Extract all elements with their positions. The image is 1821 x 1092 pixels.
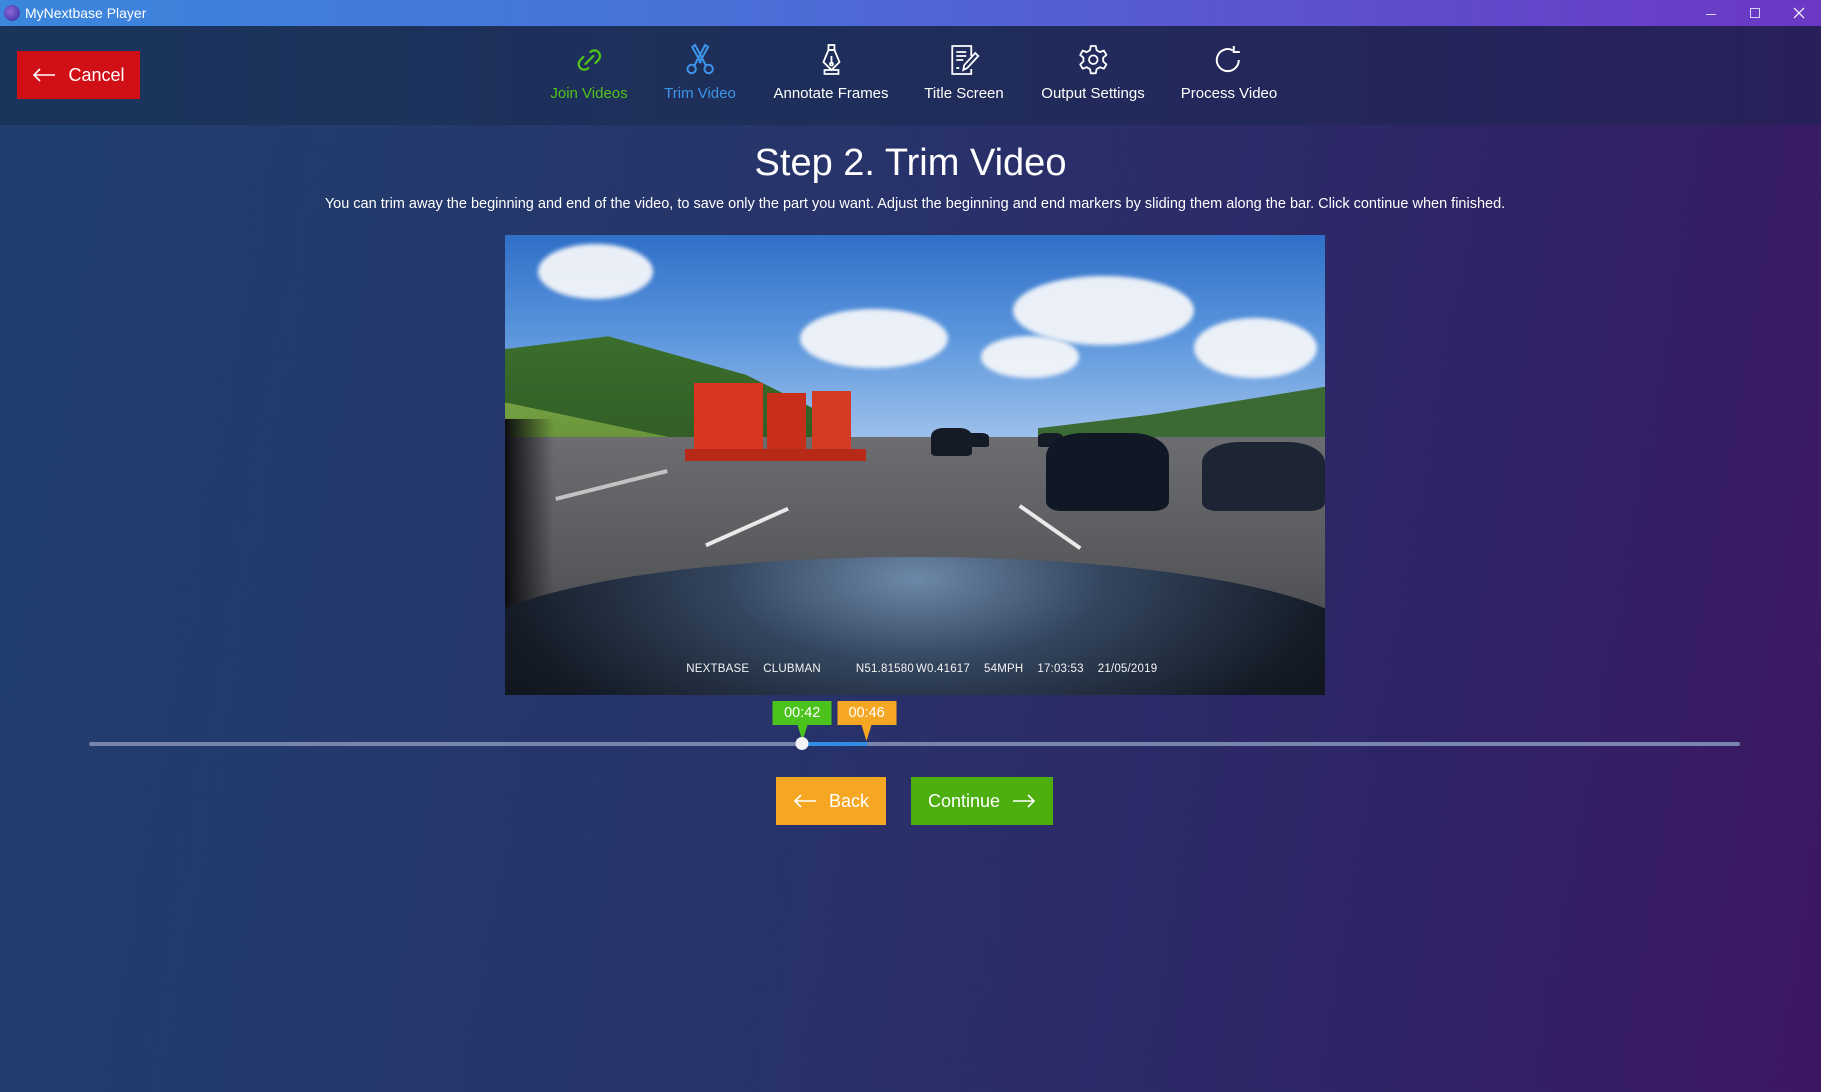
step-join-videos[interactable]: Join Videos [550,43,628,102]
title-bar: MyNextbase Player [0,0,1821,26]
trim-end-marker[interactable]: 00:46 [837,701,897,725]
video-car [1046,432,1170,511]
scissors-icon [686,43,714,75]
trim-start-marker[interactable]: 00:42 [772,701,832,725]
overlay-lat: N51.81580 [855,663,914,675]
page-title: Step 2. Trim Video [754,142,1067,184]
instructions-text: You can trim away the beginning and end … [324,196,1506,212]
overlay-date: 21/05/2019 [1097,663,1158,675]
video-car [964,432,989,447]
step-label: Annotate Frames [773,85,889,102]
step-trim-video[interactable]: Trim Video [664,43,736,102]
pen-nib-icon [821,44,841,75]
maximize-icon [1750,8,1760,18]
overlay-lon: W0.41617 [915,663,970,675]
edit-document-icon [951,45,980,75]
app-logo-icon [4,5,20,21]
trim-slider-track[interactable] [89,742,1740,746]
overlay-speed: 54MPH [984,663,1024,675]
link-icon [577,49,601,71]
window-controls [1689,0,1821,26]
minimize-icon [1706,13,1716,15]
trim-end-time: 00:46 [848,705,885,721]
arrow-left-icon [793,794,817,808]
video-cloud [537,244,653,300]
close-button[interactable] [1777,0,1821,26]
gear-icon [1079,45,1107,75]
refresh-icon [1216,46,1240,73]
step-label: Output Settings [1041,85,1145,102]
back-button[interactable]: Back [776,777,886,825]
playhead-thumb[interactable] [795,737,809,750]
video-car [1202,442,1325,511]
back-label: Back [828,790,870,811]
step-output-settings[interactable]: Output Settings [1041,43,1145,102]
step-label: Trim Video [664,85,736,102]
overlay-name: CLUBMAN [763,663,821,675]
video-cloud [980,336,1079,378]
step-label: Join Videos [550,85,628,102]
step-annotate-frames[interactable]: Annotate Frames [773,43,889,102]
window-title: MyNextbase Player [25,5,147,21]
step-process-video[interactable]: Process Video [1181,43,1277,102]
maximize-button[interactable] [1733,0,1777,26]
video-cloud [1013,276,1194,346]
header-bar: Cancel Join Videos Trim Video Annotate F… [0,26,1821,125]
overlay-time: 17:03:53 [1037,663,1084,675]
step-navigation: Join Videos Trim Video Annotate Frames T… [0,26,1821,125]
step-label: Process Video [1180,85,1278,102]
step-title-screen[interactable]: Title Screen [924,43,1004,102]
trim-selection [802,742,867,746]
video-preview[interactable]: NEXTBASE CLUBMAN N51.81580 W0.41617 54MPH 17:… [505,235,1325,695]
close-icon [1793,7,1805,19]
continue-label: Continue [927,790,1001,811]
video-overlay-text: NEXTBASE CLUBMAN N51.81580 W0.41617 54MPH 17:… [505,651,1325,687]
minimize-button[interactable] [1689,0,1733,26]
trim-start-time: 00:42 [784,705,821,721]
video-truck [685,373,866,474]
arrow-right-icon [1012,794,1036,808]
overlay-brand: NEXTBASE [686,663,750,675]
video-cloud [1193,317,1317,378]
step-label: Title Screen [924,85,1004,102]
video-cloud [800,308,948,369]
continue-button[interactable]: Continue [911,777,1053,825]
